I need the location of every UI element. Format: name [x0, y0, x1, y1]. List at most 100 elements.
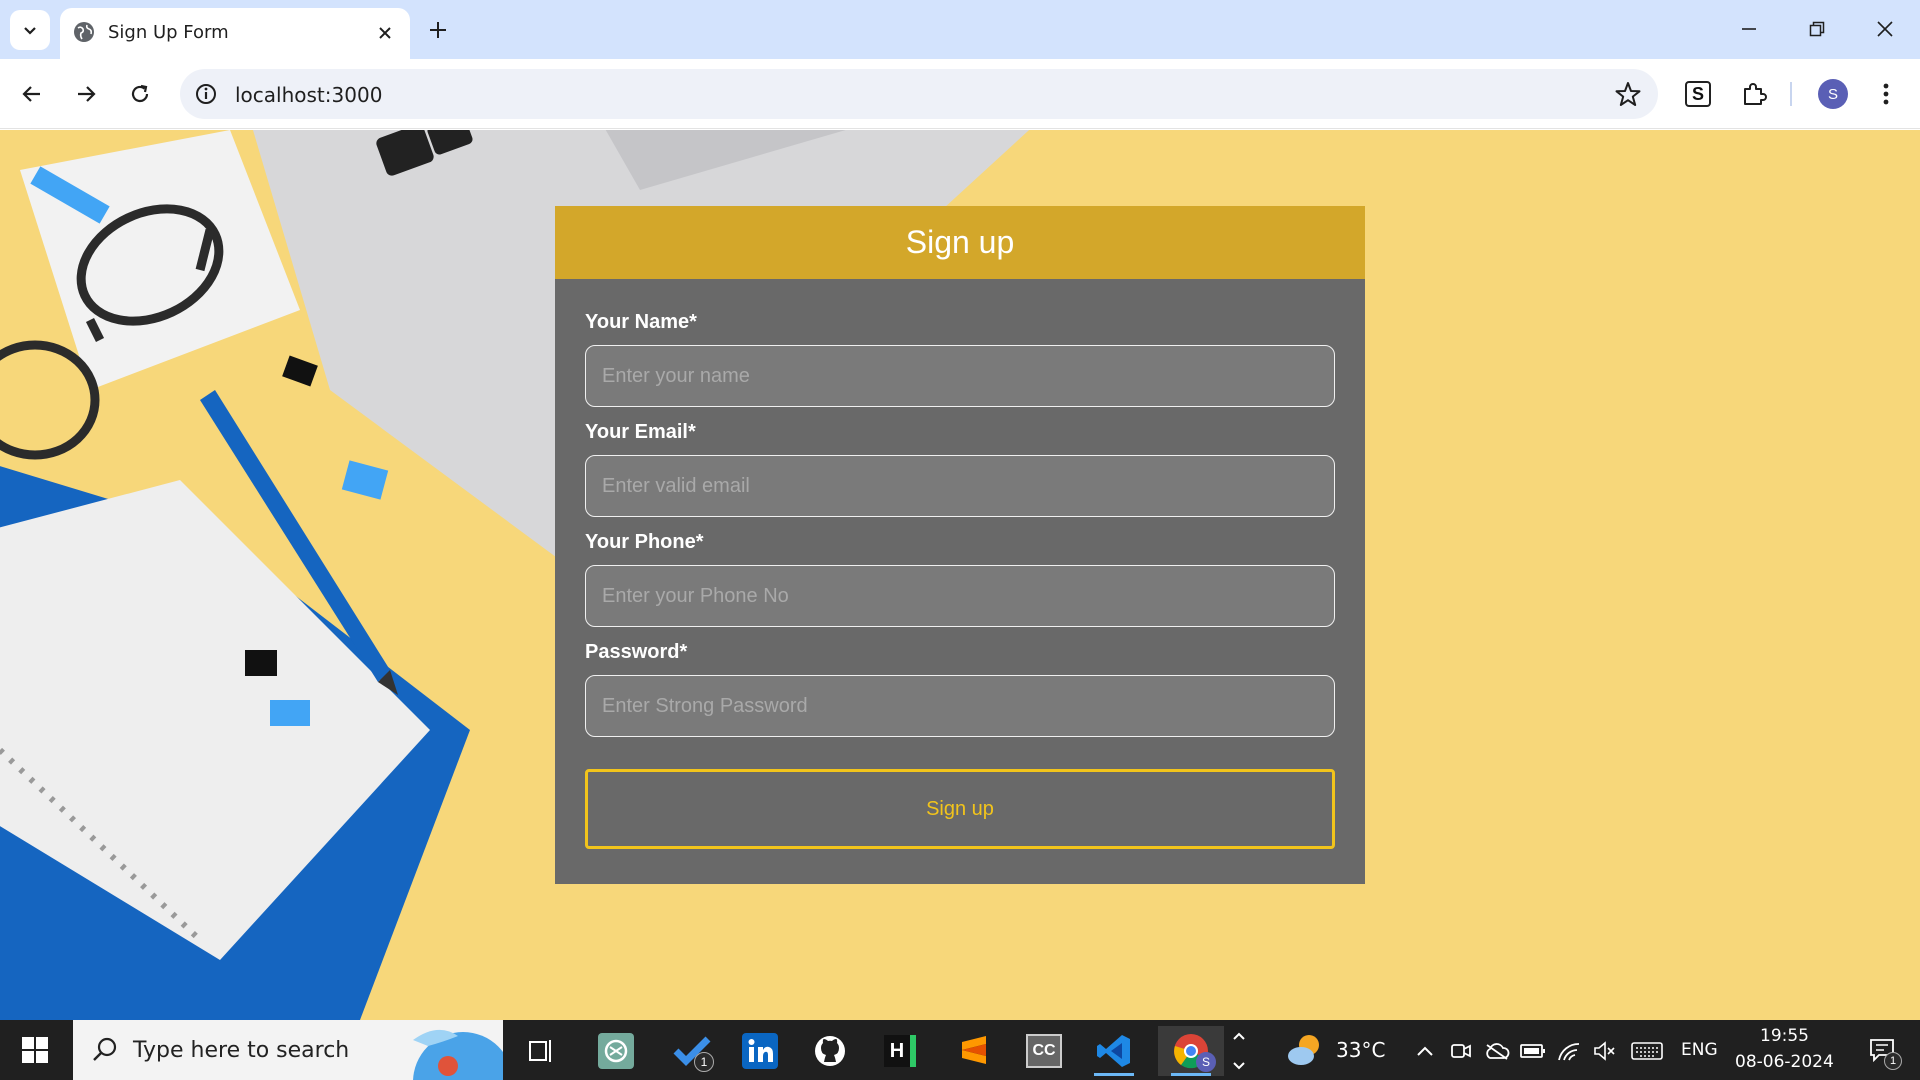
forward-button[interactable]	[68, 76, 104, 112]
battery-button[interactable]	[1520, 1038, 1546, 1064]
phone-input[interactable]	[585, 565, 1335, 627]
signup-form: Sign up Your Name* Your Email* Your Phon…	[555, 206, 1365, 884]
weather-widget[interactable]	[1286, 1030, 1326, 1070]
github-icon	[815, 1036, 845, 1066]
notification-badge: 1	[1884, 1052, 1902, 1070]
linkedin-icon	[742, 1033, 778, 1069]
wifi-icon	[1558, 1043, 1580, 1061]
new-tab-button[interactable]	[424, 16, 452, 44]
password-label: Password*	[585, 641, 688, 663]
info-icon[interactable]	[194, 82, 218, 106]
codechef-taskbar-app[interactable]: CC	[1016, 1026, 1072, 1076]
clock-date[interactable]: 08-06-2024	[1735, 1052, 1834, 1072]
taskbar-search-box[interactable]: Type here to search	[73, 1020, 503, 1080]
star-icon[interactable]	[1614, 80, 1642, 108]
chevron-down-icon	[24, 27, 36, 35]
tab-sign-up-form[interactable]: Sign Up Form	[60, 8, 410, 59]
form-body: Your Name* Your Email* Your Phone* Passw…	[555, 279, 1365, 849]
volume-button[interactable]	[1592, 1038, 1618, 1064]
sublime-text-icon	[962, 1036, 986, 1064]
restore-button[interactable]	[1802, 14, 1832, 44]
onedrive-button[interactable]	[1484, 1038, 1510, 1064]
chevron-up-icon	[1417, 1046, 1433, 1056]
task-view-icon	[529, 1040, 551, 1062]
vscode-taskbar-app[interactable]	[1086, 1026, 1142, 1076]
search-icon	[93, 1037, 117, 1061]
close-icon	[1877, 21, 1893, 37]
keyboard-icon	[1631, 1042, 1663, 1060]
github-taskbar-app[interactable]	[802, 1026, 858, 1076]
partly-sunny-icon	[1288, 1035, 1319, 1065]
form-header: Sign up	[555, 206, 1365, 279]
more-vertical-icon	[1883, 83, 1889, 105]
extension-s-button[interactable]: S	[1680, 76, 1716, 112]
hackerrank-taskbar-app[interactable]: H	[872, 1026, 928, 1076]
volume-muted-icon	[1594, 1041, 1615, 1061]
password-input[interactable]	[585, 675, 1335, 737]
taskbar-overflow-scroll[interactable]	[1226, 1026, 1252, 1076]
clock-time[interactable]: 19:55	[1760, 1026, 1809, 1046]
touch-keyboard-button[interactable]	[1630, 1038, 1664, 1064]
puzzle-icon	[1744, 83, 1767, 105]
codechef-icon: CC	[1026, 1034, 1062, 1068]
temperature-text[interactable]: 33°C	[1336, 1038, 1385, 1062]
search-placeholder: Type here to search	[133, 1038, 350, 1063]
reload-icon	[131, 84, 149, 103]
back-button[interactable]	[14, 76, 50, 112]
network-button[interactable]	[1556, 1038, 1582, 1064]
extension-s-icon: S	[1685, 81, 1711, 107]
page-viewport: Sign up Your Name* Your Email* Your Phon…	[0, 130, 1920, 1020]
task-view-button[interactable]	[512, 1026, 568, 1076]
signup-button[interactable]: Sign up	[585, 769, 1335, 849]
cloud-icon	[1486, 1043, 1510, 1060]
sublime-taskbar-app[interactable]	[946, 1026, 1002, 1076]
globe-icon	[74, 22, 94, 42]
battery-icon	[1520, 1044, 1545, 1058]
chrome-profile-badge: S	[1196, 1052, 1216, 1072]
windows-taskbar: Type here to search 1 H CC S 33°C ENG 19…	[0, 1020, 1920, 1080]
minimize-button[interactable]	[1734, 14, 1764, 44]
plus-icon	[430, 22, 446, 38]
form-title: Sign up	[905, 224, 1015, 260]
hackerrank-icon: H	[884, 1035, 916, 1067]
email-label: Your Email*	[585, 421, 696, 443]
name-label: Your Name*	[585, 311, 697, 333]
browser-tab-strip: Sign Up Form	[0, 0, 1920, 59]
name-input[interactable]	[585, 345, 1335, 407]
linkedin-taskbar-app[interactable]	[732, 1026, 788, 1076]
close-window-button[interactable]	[1870, 14, 1900, 44]
minimize-icon	[1742, 28, 1756, 30]
profile-button[interactable]: S	[1815, 76, 1851, 112]
todo-badge: 1	[694, 1052, 714, 1072]
windows-logo-icon	[22, 1037, 48, 1063]
chrome-active-indicator	[1171, 1073, 1211, 1076]
avatar: S	[1818, 79, 1848, 109]
tab-search-button[interactable]	[10, 10, 50, 50]
restore-icon	[1809, 21, 1825, 37]
browser-toolbar: localhost:3000 S S	[0, 59, 1920, 129]
menu-button[interactable]	[1868, 76, 1904, 112]
vscode-icon	[1097, 1035, 1130, 1067]
arrow-left-icon	[22, 86, 40, 102]
tab-title: Sign Up Form	[108, 22, 229, 43]
chatgpt-icon	[598, 1033, 634, 1069]
extensions-button[interactable]	[1736, 76, 1772, 112]
tab-close-button[interactable]	[374, 22, 396, 44]
close-icon	[379, 27, 391, 39]
language-indicator[interactable]: ENG	[1681, 1040, 1718, 1060]
phone-label: Your Phone*	[585, 531, 704, 553]
notifications-button[interactable]: 1	[1862, 1030, 1902, 1070]
reload-button[interactable]	[122, 76, 158, 112]
meet-now-button[interactable]	[1448, 1038, 1474, 1064]
show-hidden-icons-button[interactable]	[1412, 1038, 1438, 1064]
search-highlight-illustration	[413, 1029, 503, 1080]
address-bar[interactable]: localhost:3000	[180, 69, 1658, 119]
todo-taskbar-app[interactable]: 1	[664, 1026, 720, 1076]
chevron-up-down-icon	[1233, 1032, 1245, 1070]
url-text[interactable]: localhost:3000	[235, 83, 382, 107]
start-button[interactable]	[0, 1020, 70, 1080]
chatgpt-taskbar-app[interactable]	[588, 1026, 644, 1076]
arrow-right-icon	[78, 86, 96, 102]
chrome-taskbar-app[interactable]: S	[1158, 1026, 1224, 1076]
email-input[interactable]	[585, 455, 1335, 517]
